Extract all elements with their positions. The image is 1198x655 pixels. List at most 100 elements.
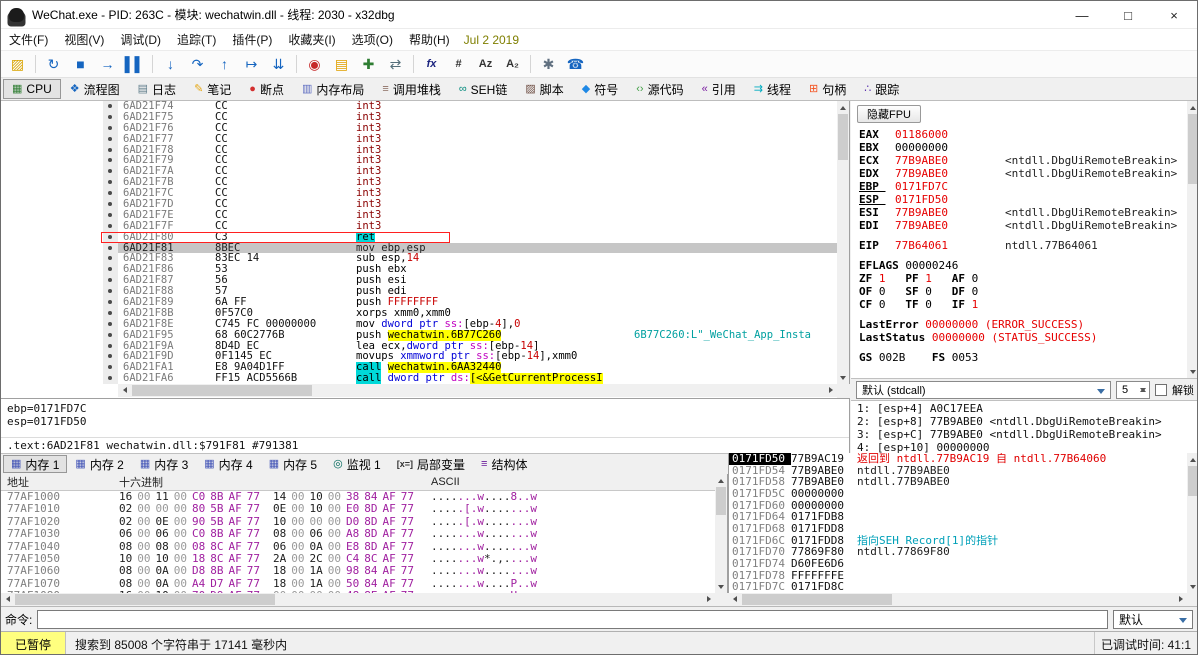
tab-references[interactable]: «引用 [693, 79, 745, 99]
disasm-horizontal-scrollbar[interactable] [118, 384, 837, 397]
assemble-icon[interactable]: A₂ [500, 53, 525, 75]
stop-icon[interactable]: ■ [68, 53, 93, 75]
report-phone-icon[interactable]: ☎ [563, 53, 588, 75]
tab-memory-dump[interactable]: ▦内存 3 [132, 455, 196, 473]
scroll-up-icon[interactable] [837, 101, 849, 113]
scroll-right-icon[interactable] [825, 384, 837, 396]
scroll-thumb[interactable] [838, 114, 848, 160]
patches-icon[interactable]: ✚ [356, 53, 381, 75]
tab-cpu[interactable]: ▦CPU [3, 79, 61, 99]
scroll-thumb[interactable] [742, 594, 892, 605]
menu-item-8[interactable]: 帮助(H) [401, 28, 458, 51]
register-row[interactable]: ECX 77B9ABE0<ntdll.DbgUiRemoteBreakin> [859, 154, 1185, 167]
menu-item-5[interactable]: 插件(P) [224, 28, 280, 51]
register-row[interactable]: OF 0 SF 0 DF 0 [859, 285, 1185, 298]
scroll-down-icon[interactable] [715, 581, 727, 593]
highlight-fx-icon[interactable]: fx [419, 53, 444, 75]
menu-item-4[interactable]: 追踪(T) [169, 28, 224, 51]
register-row[interactable]: EDX 77B9ABE0<ntdll.DbgUiRemoteBreakin> [859, 167, 1185, 180]
command-input[interactable] [37, 610, 1108, 629]
tab-struct[interactable]: ≡结构体 [473, 455, 535, 473]
tab-locals[interactable]: [x=]局部变量 [389, 455, 473, 473]
scroll-thumb[interactable] [132, 385, 312, 396]
scroll-up-icon[interactable] [1187, 101, 1198, 113]
tab-memory-dump[interactable]: ▦内存 4 [196, 455, 260, 473]
register-row[interactable]: GS 002B FS 0053 [859, 351, 1185, 364]
scroll-down-icon[interactable] [1187, 366, 1198, 378]
tab-trace[interactable]: ∴跟踪 [855, 79, 908, 99]
tab-call-stack[interactable]: ≡调用堆栈 [373, 79, 449, 99]
dump-horizontal-scrollbar[interactable] [1, 593, 715, 606]
notes-icon[interactable]: ▤ [329, 53, 354, 75]
disasm-row[interactable]: 6AD21F80C3ret [1, 232, 837, 243]
registers-vertical-scrollbar[interactable] [1187, 101, 1198, 378]
compare-icon[interactable]: ⇄ [383, 53, 408, 75]
scroll-thumb[interactable] [1188, 466, 1198, 496]
menu-item-7[interactable]: 选项(O) [344, 28, 401, 51]
dump-vertical-scrollbar[interactable] [715, 474, 727, 593]
register-row[interactable]: EAX 01186000 [859, 128, 1185, 141]
step-over-icon[interactable]: ↷ [185, 53, 210, 75]
animate-into-icon[interactable]: ⇊ [266, 53, 291, 75]
scroll-left-icon[interactable] [118, 384, 130, 396]
scroll-thumb[interactable] [15, 594, 275, 605]
command-profile-dropdown[interactable]: 默认 [1113, 610, 1193, 629]
settings-icon[interactable]: ✱ [536, 53, 561, 75]
run-icon[interactable]: → [95, 53, 120, 75]
disasm-row[interactable]: 6AD21FA6FF15 ACD5566Bcall dword ptr ds:[… [1, 373, 837, 384]
scroll-right-icon[interactable] [703, 593, 715, 605]
tab-script[interactable]: ▨脚本 [516, 79, 572, 99]
hash-icon[interactable]: # [446, 53, 471, 75]
open-file-icon[interactable]: ▨ [5, 53, 30, 75]
argument-row[interactable]: 2: [esp+8] 77B9ABE0 <ntdll.DbgUiRemoteBr… [857, 415, 1198, 428]
case-az-icon[interactable]: Az [473, 53, 498, 75]
stack-row[interactable]: 0171FD74D60FE6D6 [729, 558, 1188, 570]
dump-row[interactable]: 77AF106008000A00D88BAF7718001A009884AF77… [1, 565, 715, 577]
disasm-vertical-scrollbar[interactable] [837, 101, 849, 384]
menu-item-3[interactable]: 调试(D) [112, 28, 169, 51]
tab-memory-dump[interactable]: ▦内存 1 [3, 455, 67, 473]
register-row[interactable]: EFLAGS 00000246 [859, 259, 1185, 272]
tab-symbols[interactable]: ◆符号 [573, 79, 627, 99]
hide-fpu-button[interactable]: 隐藏FPU [857, 105, 921, 123]
scroll-down-icon[interactable] [837, 372, 849, 384]
register-row[interactable]: LastStatus 00000000 (STATUS_SUCCESS) [859, 331, 1185, 344]
pause-icon[interactable]: ▌▌ [122, 53, 147, 75]
close-button[interactable]: × [1151, 1, 1197, 29]
calling-convention-dropdown[interactable]: 默认 (stdcall) [856, 381, 1111, 399]
stack-row[interactable]: 0171FD680171FDD8 [729, 523, 1188, 535]
dump-row[interactable]: 77AF101002000000805BAF770E001000E08DAF77… [1, 503, 715, 515]
disasm-row[interactable]: 6AD21F77CCint3 [1, 134, 837, 145]
dump-row[interactable]: 77AF103006000600C08BAF7708000600A88DAF77… [1, 528, 715, 540]
step-into-icon[interactable]: ↓ [158, 53, 183, 75]
tab-notes[interactable]: ✎笔记 [185, 79, 240, 99]
tab-seh-chain[interactable]: ∞SEH链 [450, 79, 517, 99]
stack-row[interactable]: 0171FD5C00000000 [729, 488, 1188, 500]
tab-breakpoints[interactable]: ●断点 [240, 79, 293, 99]
argument-row[interactable]: 3: [esp+C] 77B9ABE0 <ntdll.DbgUiRemoteBr… [857, 428, 1198, 441]
register-row[interactable]: ESP 0171FD50 [859, 193, 1185, 206]
disasm-row[interactable]: 6AD21F9568 60C2776Bpush wechatwin.6B77C2… [1, 330, 837, 341]
stack-row[interactable]: 0171FD5077B9AC19返回到 ntdll.77B9AC19 自 ntd… [729, 453, 1188, 465]
scroll-thumb[interactable] [1188, 114, 1198, 184]
scroll-left-icon[interactable] [1, 593, 13, 605]
tab-memory-dump[interactable]: ▦内存 2 [67, 455, 131, 473]
scroll-thumb[interactable] [716, 487, 726, 515]
spinner-down-icon[interactable] [1140, 388, 1146, 395]
tab-graph[interactable]: ❖流程图 [61, 79, 129, 99]
register-row[interactable]: EDI 77B9ABE0<ntdll.DbgUiRemoteBreakin> [859, 219, 1185, 232]
unlock-checkbox[interactable] [1155, 384, 1167, 396]
tab-handles[interactable]: ⊞句柄 [800, 79, 855, 99]
register-row[interactable]: EBX 00000000 [859, 141, 1185, 154]
register-row[interactable]: ESI 77B9ABE0<ntdll.DbgUiRemoteBreakin> [859, 206, 1185, 219]
scroll-left-icon[interactable] [728, 593, 740, 605]
stack-horizontal-scrollbar[interactable] [728, 593, 1187, 606]
scroll-up-icon[interactable] [1187, 453, 1198, 465]
menu-item-2[interactable]: 视图(V) [56, 28, 112, 51]
register-row[interactable]: EIP 77B64061ntdll.77B64061 [859, 239, 1185, 252]
scroll-up-icon[interactable] [715, 474, 727, 486]
menu-item-6[interactable]: 收藏夹(I) [280, 28, 343, 51]
run-to-cursor-icon[interactable]: ↦ [239, 53, 264, 75]
register-row[interactable]: LastError 00000000 (ERROR_SUCCESS) [859, 318, 1185, 331]
register-row[interactable]: CF 0 TF 0 IF 1 [859, 298, 1185, 311]
